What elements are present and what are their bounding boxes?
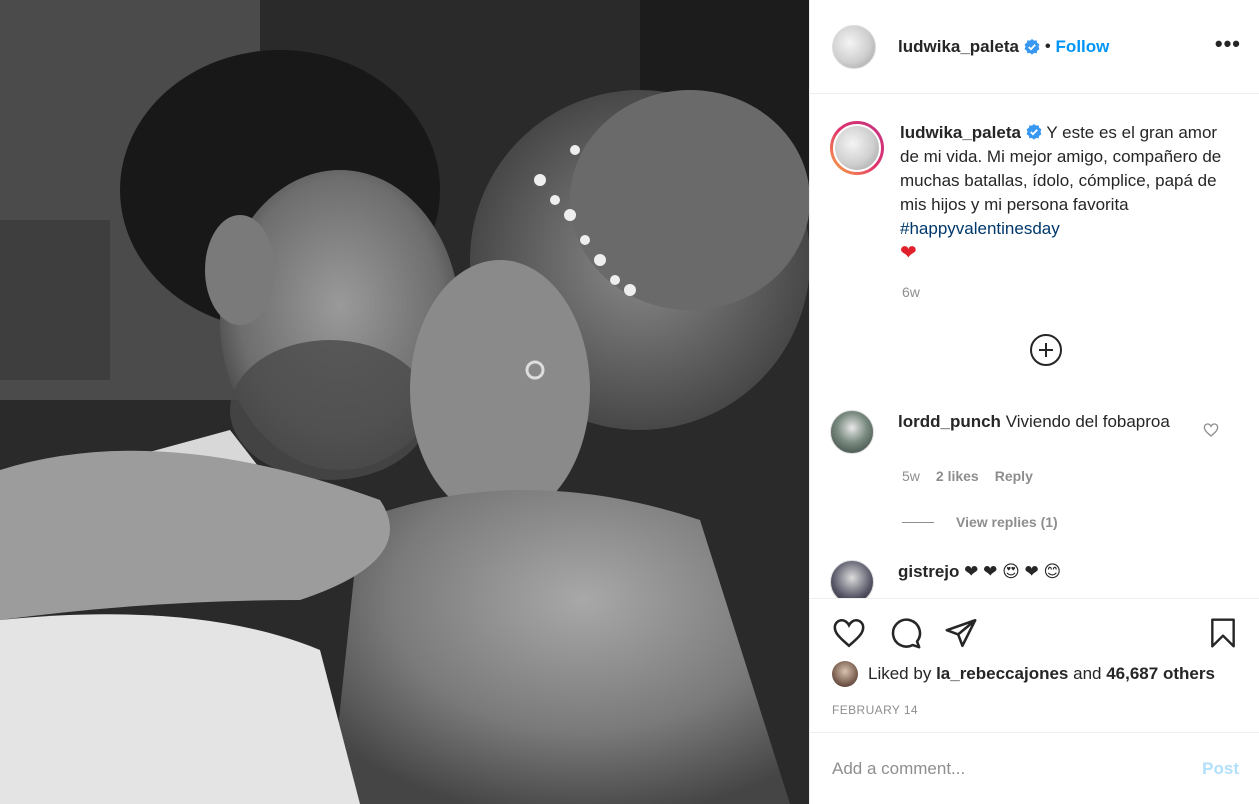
- author-avatar[interactable]: [832, 24, 876, 69]
- post-date[interactable]: FEBRUARY 14: [832, 703, 1239, 717]
- commenter-avatar[interactable]: [830, 410, 874, 454]
- comments-list[interactable]: ludwika_paleta Y este es el gran amor de…: [810, 95, 1259, 598]
- comment-heart-icon[interactable]: [1203, 422, 1219, 438]
- comment-item: lordd_punch Viviendo del fobaproa: [830, 410, 1241, 454]
- like-heart-icon[interactable]: [832, 616, 866, 650]
- liked-by-others[interactable]: 46,687 others: [1106, 664, 1215, 684]
- verified-badge-icon: [1026, 124, 1042, 140]
- caption-text: ludwika_paleta Y este es el gran amor de…: [900, 121, 1230, 266]
- instagram-post: ludwika_paleta • Follow ••• ludwika_pale…: [0, 0, 1259, 804]
- author-username[interactable]: ludwika_paleta: [898, 37, 1019, 57]
- load-more-comments: [850, 334, 1241, 366]
- comment-body: ❤ ❤ 😍 ❤ 😊: [964, 562, 1062, 581]
- view-replies-button[interactable]: View replies (1): [902, 514, 1241, 530]
- save-bookmark-icon[interactable]: [1207, 616, 1239, 650]
- plus-circle-icon[interactable]: [1029, 334, 1062, 366]
- caption-time[interactable]: 6w: [902, 284, 1241, 300]
- liked-by: Liked by la_rebeccajones and 46,687 othe…: [832, 661, 1239, 687]
- more-options-icon[interactable]: •••: [1215, 33, 1241, 55]
- comment-meta: 5w 2 likes Reply: [902, 468, 1241, 484]
- comment-username[interactable]: gistrejo: [898, 562, 959, 581]
- photo-illustration: [0, 0, 809, 804]
- avatar: [833, 124, 881, 172]
- comment-time[interactable]: 5w: [902, 468, 920, 484]
- caption: ludwika_paleta Y este es el gran amor de…: [830, 95, 1241, 266]
- reply-button[interactable]: Reply: [995, 468, 1033, 484]
- commenter-avatar[interactable]: [830, 560, 874, 598]
- view-replies-label: View replies (1): [956, 514, 1058, 530]
- comment-likes[interactable]: 2 likes: [936, 468, 979, 484]
- comment-item: gistrejo ❤ ❤ 😍 ❤ 😊: [830, 560, 1241, 598]
- post-actions: Liked by la_rebeccajones and 46,687 othe…: [810, 598, 1259, 717]
- follow-button[interactable]: Follow: [1056, 37, 1110, 57]
- caption-avatar[interactable]: [830, 121, 884, 175]
- header-separator: •: [1044, 37, 1051, 55]
- post-header: ludwika_paleta • Follow •••: [810, 0, 1259, 94]
- comment-body: Viviendo del fobaproa: [1005, 412, 1170, 431]
- liked-by-and: and: [1073, 664, 1102, 683]
- hashtag-link[interactable]: #happyvalentinesday: [900, 219, 1060, 238]
- add-comment-input[interactable]: [832, 758, 1203, 779]
- action-icons: [832, 599, 1239, 667]
- replies-divider: [902, 521, 934, 523]
- comment-username[interactable]: lordd_punch: [898, 412, 1001, 431]
- post-photo[interactable]: [0, 0, 809, 804]
- comment-bubble-icon[interactable]: [888, 616, 922, 650]
- add-comment-bar: Post: [810, 732, 1259, 804]
- comment-text: lordd_punch Viviendo del fobaproa: [898, 410, 1178, 454]
- post-side-panel: ludwika_paleta • Follow ••• ludwika_pale…: [809, 0, 1259, 804]
- liked-by-prefix: Liked by: [868, 664, 932, 683]
- verified-badge-icon: [1024, 38, 1040, 55]
- comment-text: gistrejo ❤ ❤ 😍 ❤ 😊: [898, 560, 1061, 598]
- post-comment-button[interactable]: Post: [1202, 759, 1239, 779]
- liker-avatar[interactable]: [832, 661, 858, 687]
- caption-username[interactable]: ludwika_paleta: [900, 123, 1021, 142]
- share-paper-plane-icon[interactable]: [944, 616, 978, 650]
- liked-by-user[interactable]: la_rebeccajones: [936, 664, 1068, 684]
- heart-emoji: ❤: [900, 242, 917, 264]
